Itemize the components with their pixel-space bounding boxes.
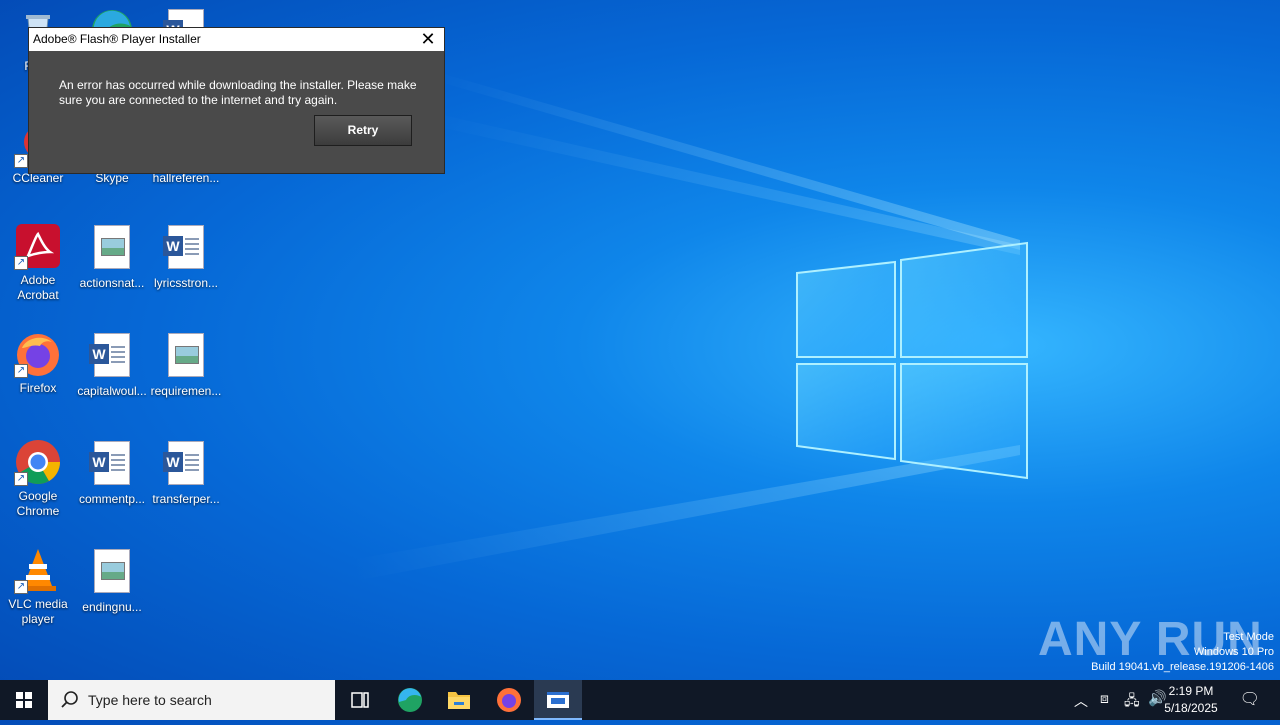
shortcut-arrow-icon: ↗	[14, 154, 28, 168]
desktop-icon-actionsnat[interactable]: actionsnat...	[74, 222, 150, 291]
image-file-icon	[88, 225, 136, 273]
desktop-icon-google-chrome[interactable]: ↗ Google Chrome	[0, 438, 76, 519]
desktop-icon-label: Google Chrome	[16, 489, 60, 518]
clock[interactable]: 2:19 PM 5/18/2025	[1161, 683, 1221, 717]
desktop-icon-capitalwoul[interactable]: W capitalwoul...	[74, 330, 150, 399]
desktop-icon-label: Adobe Acrobat	[17, 273, 59, 302]
word-doc-icon: W	[162, 441, 210, 489]
network-icon[interactable]: 🖧	[1124, 690, 1140, 714]
error-message: An error has occurred while downloading …	[59, 78, 417, 107]
shortcut-arrow-icon: ↗	[14, 472, 28, 486]
desktop-icon-commentp[interactable]: W commentp...	[74, 438, 150, 507]
chrome-icon: ↗	[14, 438, 62, 486]
vlc-icon: ↗	[14, 546, 62, 594]
dialog-titlebar[interactable]: Adobe® Flash® Player Installer ✕	[29, 28, 444, 51]
file-explorer-icon[interactable]	[435, 680, 483, 720]
desktop-icon-label: capitalwoul...	[77, 384, 147, 398]
dialog-title: Adobe® Flash® Player Installer	[33, 32, 201, 46]
desktop-icon-label: endingnu...	[82, 600, 142, 614]
start-button[interactable]	[0, 680, 48, 720]
taskbar-search-box[interactable]: Type here to search	[48, 680, 335, 720]
chevron-up-icon[interactable]: ︿	[1074, 691, 1088, 711]
word-doc-icon: W	[162, 225, 210, 273]
desktop-icon-label: VLC media player	[8, 597, 68, 626]
watermark-build: Build 19041.vb_release.191206-1406	[1091, 661, 1274, 673]
search-placeholder: Type here to search	[88, 692, 212, 708]
search-icon	[61, 691, 78, 708]
taskbar: Type here to search ︿ ⧈ 🖧 🔊 2:19 PM 5/18…	[0, 680, 1280, 720]
desktop-icon-vlc[interactable]: ↗ VLC media player	[0, 546, 76, 627]
task-view-icon[interactable]	[336, 680, 384, 720]
desktop-icon-label: transferper...	[152, 492, 220, 506]
windows-logo	[796, 241, 1028, 480]
test-mode-watermark: Test Mode Windows 10 Pro Build 19041.vb_…	[1091, 630, 1274, 675]
desktop-icon-transferper[interactable]: W transferper...	[148, 438, 224, 507]
firefox-icon[interactable]	[485, 680, 533, 720]
system-tray: ︿ ⧈ 🖧 🔊 2:19 PM 5/18/2025 🗨	[1060, 680, 1280, 720]
desktop-icon-label: lyricsstron...	[153, 276, 218, 290]
desktop-icon-endingnu[interactable]: endingnu...	[74, 546, 150, 615]
word-doc-icon: W	[88, 441, 136, 489]
watermark-test-mode: Test Mode	[1223, 631, 1274, 643]
close-icon[interactable]: ✕	[412, 28, 444, 51]
word-doc-icon: W	[88, 333, 136, 381]
shortcut-arrow-icon: ↗	[14, 580, 28, 594]
flash-installer-dialog: Adobe® Flash® Player Installer ✕ An erro…	[28, 27, 445, 174]
desktop-icon-lyricsstron[interactable]: W lyricsstron...	[148, 222, 224, 291]
device-icon[interactable]: ⧈	[1100, 690, 1109, 707]
desktop-icon-label: commentp...	[78, 492, 146, 506]
image-file-icon	[88, 549, 136, 597]
desktop-icon-adobe-acrobat[interactable]: ↗ Adobe Acrobat	[0, 222, 76, 303]
clock-time: 2:19 PM	[1168, 684, 1214, 698]
retry-button[interactable]: Retry	[314, 115, 412, 146]
windows-start-icon	[16, 692, 32, 708]
image-file-icon	[162, 333, 210, 381]
shortcut-arrow-icon: ↗	[14, 256, 28, 270]
firefox-icon: ↗	[14, 330, 62, 378]
desktop-icon-firefox[interactable]: ↗ Firefox	[0, 330, 76, 396]
desktop-icon-label: requiremen...	[150, 384, 222, 398]
desktop-icon-label: Firefox	[19, 381, 57, 395]
edge-icon[interactable]	[386, 680, 434, 720]
desktop-icon-requiremen[interactable]: requiremen...	[148, 330, 224, 399]
notification-icon[interactable]: 🗨	[1240, 689, 1260, 709]
clock-date: 5/18/2025	[1164, 701, 1218, 715]
flash-installer-icon[interactable]	[534, 680, 582, 720]
adobe-acrobat-icon: ↗	[14, 222, 62, 270]
watermark-edition: Windows 10 Pro	[1193, 646, 1274, 658]
shortcut-arrow-icon: ↗	[14, 364, 28, 378]
desktop-icon-label: actionsnat...	[79, 276, 145, 290]
